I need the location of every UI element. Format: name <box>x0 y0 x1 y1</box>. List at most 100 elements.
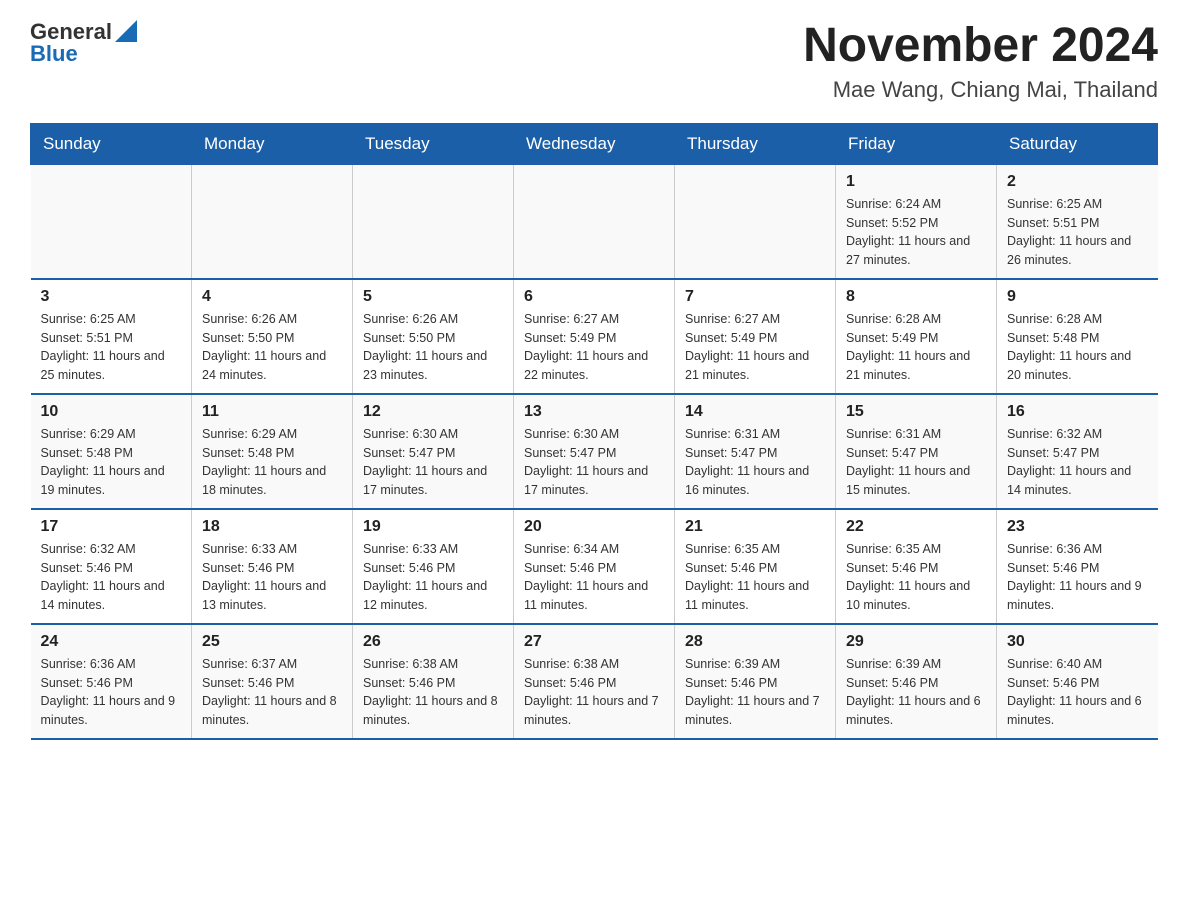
weekday-header-sunday: Sunday <box>31 123 192 164</box>
day-number: 4 <box>202 288 342 306</box>
day-number: 5 <box>363 288 503 306</box>
calendar-cell: 6 Sunrise: 6:27 AM Sunset: 5:49 PM Daylig… <box>514 279 675 394</box>
day-number: 28 <box>685 633 825 651</box>
calendar-cell: 23 Sunrise: 6:36 AM Sunset: 5:46 PM Dayli… <box>997 509 1158 624</box>
day-number: 14 <box>685 403 825 421</box>
day-info: Sunrise: 6:38 AM Sunset: 5:46 PM Dayligh… <box>363 655 503 730</box>
day-number: 16 <box>1007 403 1148 421</box>
calendar-cell: 26 Sunrise: 6:38 AM Sunset: 5:46 PM Dayli… <box>353 624 514 739</box>
day-number: 20 <box>524 518 664 536</box>
day-number: 6 <box>524 288 664 306</box>
calendar-cell: 19 Sunrise: 6:33 AM Sunset: 5:46 PM Dayli… <box>353 509 514 624</box>
calendar-cell: 29 Sunrise: 6:39 AM Sunset: 5:46 PM Dayli… <box>836 624 997 739</box>
weekday-header-wednesday: Wednesday <box>514 123 675 164</box>
day-info: Sunrise: 6:30 AM Sunset: 5:47 PM Dayligh… <box>363 425 503 500</box>
day-number: 2 <box>1007 173 1148 191</box>
weekday-header-row: SundayMondayTuesdayWednesdayThursdayFrid… <box>31 123 1158 164</box>
day-number: 18 <box>202 518 342 536</box>
day-number: 13 <box>524 403 664 421</box>
calendar-cell: 27 Sunrise: 6:38 AM Sunset: 5:46 PM Dayli… <box>514 624 675 739</box>
calendar-cell: 30 Sunrise: 6:40 AM Sunset: 5:46 PM Dayli… <box>997 624 1158 739</box>
day-info: Sunrise: 6:24 AM Sunset: 5:52 PM Dayligh… <box>846 195 986 270</box>
location-title: Mae Wang, Chiang Mai, Thailand <box>803 77 1158 103</box>
title-section: November 2024 Mae Wang, Chiang Mai, Thai… <box>803 20 1158 103</box>
calendar-week-3: 10 Sunrise: 6:29 AM Sunset: 5:48 PM Dayli… <box>31 394 1158 509</box>
day-info: Sunrise: 6:39 AM Sunset: 5:46 PM Dayligh… <box>846 655 986 730</box>
calendar-week-4: 17 Sunrise: 6:32 AM Sunset: 5:46 PM Dayli… <box>31 509 1158 624</box>
day-info: Sunrise: 6:33 AM Sunset: 5:46 PM Dayligh… <box>202 540 342 615</box>
day-info: Sunrise: 6:38 AM Sunset: 5:46 PM Dayligh… <box>524 655 664 730</box>
calendar-cell: 3 Sunrise: 6:25 AM Sunset: 5:51 PM Daylig… <box>31 279 192 394</box>
day-info: Sunrise: 6:35 AM Sunset: 5:46 PM Dayligh… <box>685 540 825 615</box>
calendar-cell: 10Sunrise: 6:29 AM Sunset: 5:48 PM Dayli… <box>31 394 192 509</box>
day-number: 17 <box>41 518 182 536</box>
day-info: Sunrise: 6:36 AM Sunset: 5:46 PM Dayligh… <box>41 655 182 730</box>
weekday-header-saturday: Saturday <box>997 123 1158 164</box>
day-info: Sunrise: 6:25 AM Sunset: 5:51 PM Dayligh… <box>41 310 182 385</box>
day-number: 25 <box>202 633 342 651</box>
calendar-cell: 25 Sunrise: 6:37 AM Sunset: 5:46 PM Dayli… <box>192 624 353 739</box>
day-info: Sunrise: 6:36 AM Sunset: 5:46 PM Dayligh… <box>1007 540 1148 615</box>
day-info: Sunrise: 6:29 AM Sunset: 5:48 PM Dayligh… <box>202 425 342 500</box>
weekday-header-thursday: Thursday <box>675 123 836 164</box>
logo: General Blue <box>30 20 137 66</box>
day-number: 12 <box>363 403 503 421</box>
day-info: Sunrise: 6:32 AM Sunset: 5:47 PM Dayligh… <box>1007 425 1148 500</box>
day-number: 11 <box>202 403 342 421</box>
day-number: 19 <box>363 518 503 536</box>
day-info: Sunrise: 6:28 AM Sunset: 5:48 PM Dayligh… <box>1007 310 1148 385</box>
day-number: 29 <box>846 633 986 651</box>
calendar-cell <box>514 164 675 279</box>
day-info: Sunrise: 6:40 AM Sunset: 5:46 PM Dayligh… <box>1007 655 1148 730</box>
calendar-cell <box>675 164 836 279</box>
calendar-cell: 13 Sunrise: 6:30 AM Sunset: 5:47 PM Dayli… <box>514 394 675 509</box>
day-info: Sunrise: 6:27 AM Sunset: 5:49 PM Dayligh… <box>524 310 664 385</box>
day-number: 21 <box>685 518 825 536</box>
day-info: Sunrise: 6:31 AM Sunset: 5:47 PM Dayligh… <box>846 425 986 500</box>
calendar-cell: 20Sunrise: 6:34 AM Sunset: 5:46 PM Dayli… <box>514 509 675 624</box>
calendar-cell: 9 Sunrise: 6:28 AM Sunset: 5:48 PM Daylig… <box>997 279 1158 394</box>
calendar-cell: 28Sunrise: 6:39 AM Sunset: 5:46 PM Dayli… <box>675 624 836 739</box>
day-number: 7 <box>685 288 825 306</box>
day-info: Sunrise: 6:35 AM Sunset: 5:46 PM Dayligh… <box>846 540 986 615</box>
calendar-week-5: 24 Sunrise: 6:36 AM Sunset: 5:46 PM Dayli… <box>31 624 1158 739</box>
calendar-cell: 12 Sunrise: 6:30 AM Sunset: 5:47 PM Dayli… <box>353 394 514 509</box>
day-info: Sunrise: 6:33 AM Sunset: 5:46 PM Dayligh… <box>363 540 503 615</box>
day-number: 3 <box>41 288 182 306</box>
calendar-cell: 17 Sunrise: 6:32 AM Sunset: 5:46 PM Dayli… <box>31 509 192 624</box>
calendar-week-1: 1Sunrise: 6:24 AM Sunset: 5:52 PM Daylig… <box>31 164 1158 279</box>
calendar-cell <box>31 164 192 279</box>
day-number: 15 <box>846 403 986 421</box>
logo-triangle-icon <box>115 20 137 42</box>
logo-blue-text: Blue <box>30 42 137 66</box>
calendar-cell: 1Sunrise: 6:24 AM Sunset: 5:52 PM Daylig… <box>836 164 997 279</box>
day-number: 10 <box>41 403 182 421</box>
day-number: 27 <box>524 633 664 651</box>
calendar-cell: 24 Sunrise: 6:36 AM Sunset: 5:46 PM Dayli… <box>31 624 192 739</box>
day-info: Sunrise: 6:25 AM Sunset: 5:51 PM Dayligh… <box>1007 195 1148 270</box>
calendar-cell: 21 Sunrise: 6:35 AM Sunset: 5:46 PM Dayli… <box>675 509 836 624</box>
page-header: General Blue November 2024 Mae Wang, Chi… <box>30 20 1158 103</box>
day-number: 23 <box>1007 518 1148 536</box>
calendar-cell: 22 Sunrise: 6:35 AM Sunset: 5:46 PM Dayli… <box>836 509 997 624</box>
calendar-cell: 5 Sunrise: 6:26 AM Sunset: 5:50 PM Daylig… <box>353 279 514 394</box>
day-info: Sunrise: 6:31 AM Sunset: 5:47 PM Dayligh… <box>685 425 825 500</box>
day-number: 26 <box>363 633 503 651</box>
calendar-cell: 15 Sunrise: 6:31 AM Sunset: 5:47 PM Dayli… <box>836 394 997 509</box>
calendar-cell: 7Sunrise: 6:27 AM Sunset: 5:49 PM Daylig… <box>675 279 836 394</box>
day-number: 24 <box>41 633 182 651</box>
day-info: Sunrise: 6:32 AM Sunset: 5:46 PM Dayligh… <box>41 540 182 615</box>
weekday-header-tuesday: Tuesday <box>353 123 514 164</box>
calendar-week-2: 3 Sunrise: 6:25 AM Sunset: 5:51 PM Daylig… <box>31 279 1158 394</box>
calendar-table: SundayMondayTuesdayWednesdayThursdayFrid… <box>30 123 1158 740</box>
day-number: 9 <box>1007 288 1148 306</box>
calendar-cell <box>192 164 353 279</box>
day-info: Sunrise: 6:37 AM Sunset: 5:46 PM Dayligh… <box>202 655 342 730</box>
day-info: Sunrise: 6:26 AM Sunset: 5:50 PM Dayligh… <box>363 310 503 385</box>
day-number: 22 <box>846 518 986 536</box>
day-info: Sunrise: 6:30 AM Sunset: 5:47 PM Dayligh… <box>524 425 664 500</box>
day-number: 30 <box>1007 633 1148 651</box>
calendar-cell: 2 Sunrise: 6:25 AM Sunset: 5:51 PM Daylig… <box>997 164 1158 279</box>
calendar-cell: 4Sunrise: 6:26 AM Sunset: 5:50 PM Daylig… <box>192 279 353 394</box>
calendar-cell: 11 Sunrise: 6:29 AM Sunset: 5:48 PM Dayli… <box>192 394 353 509</box>
